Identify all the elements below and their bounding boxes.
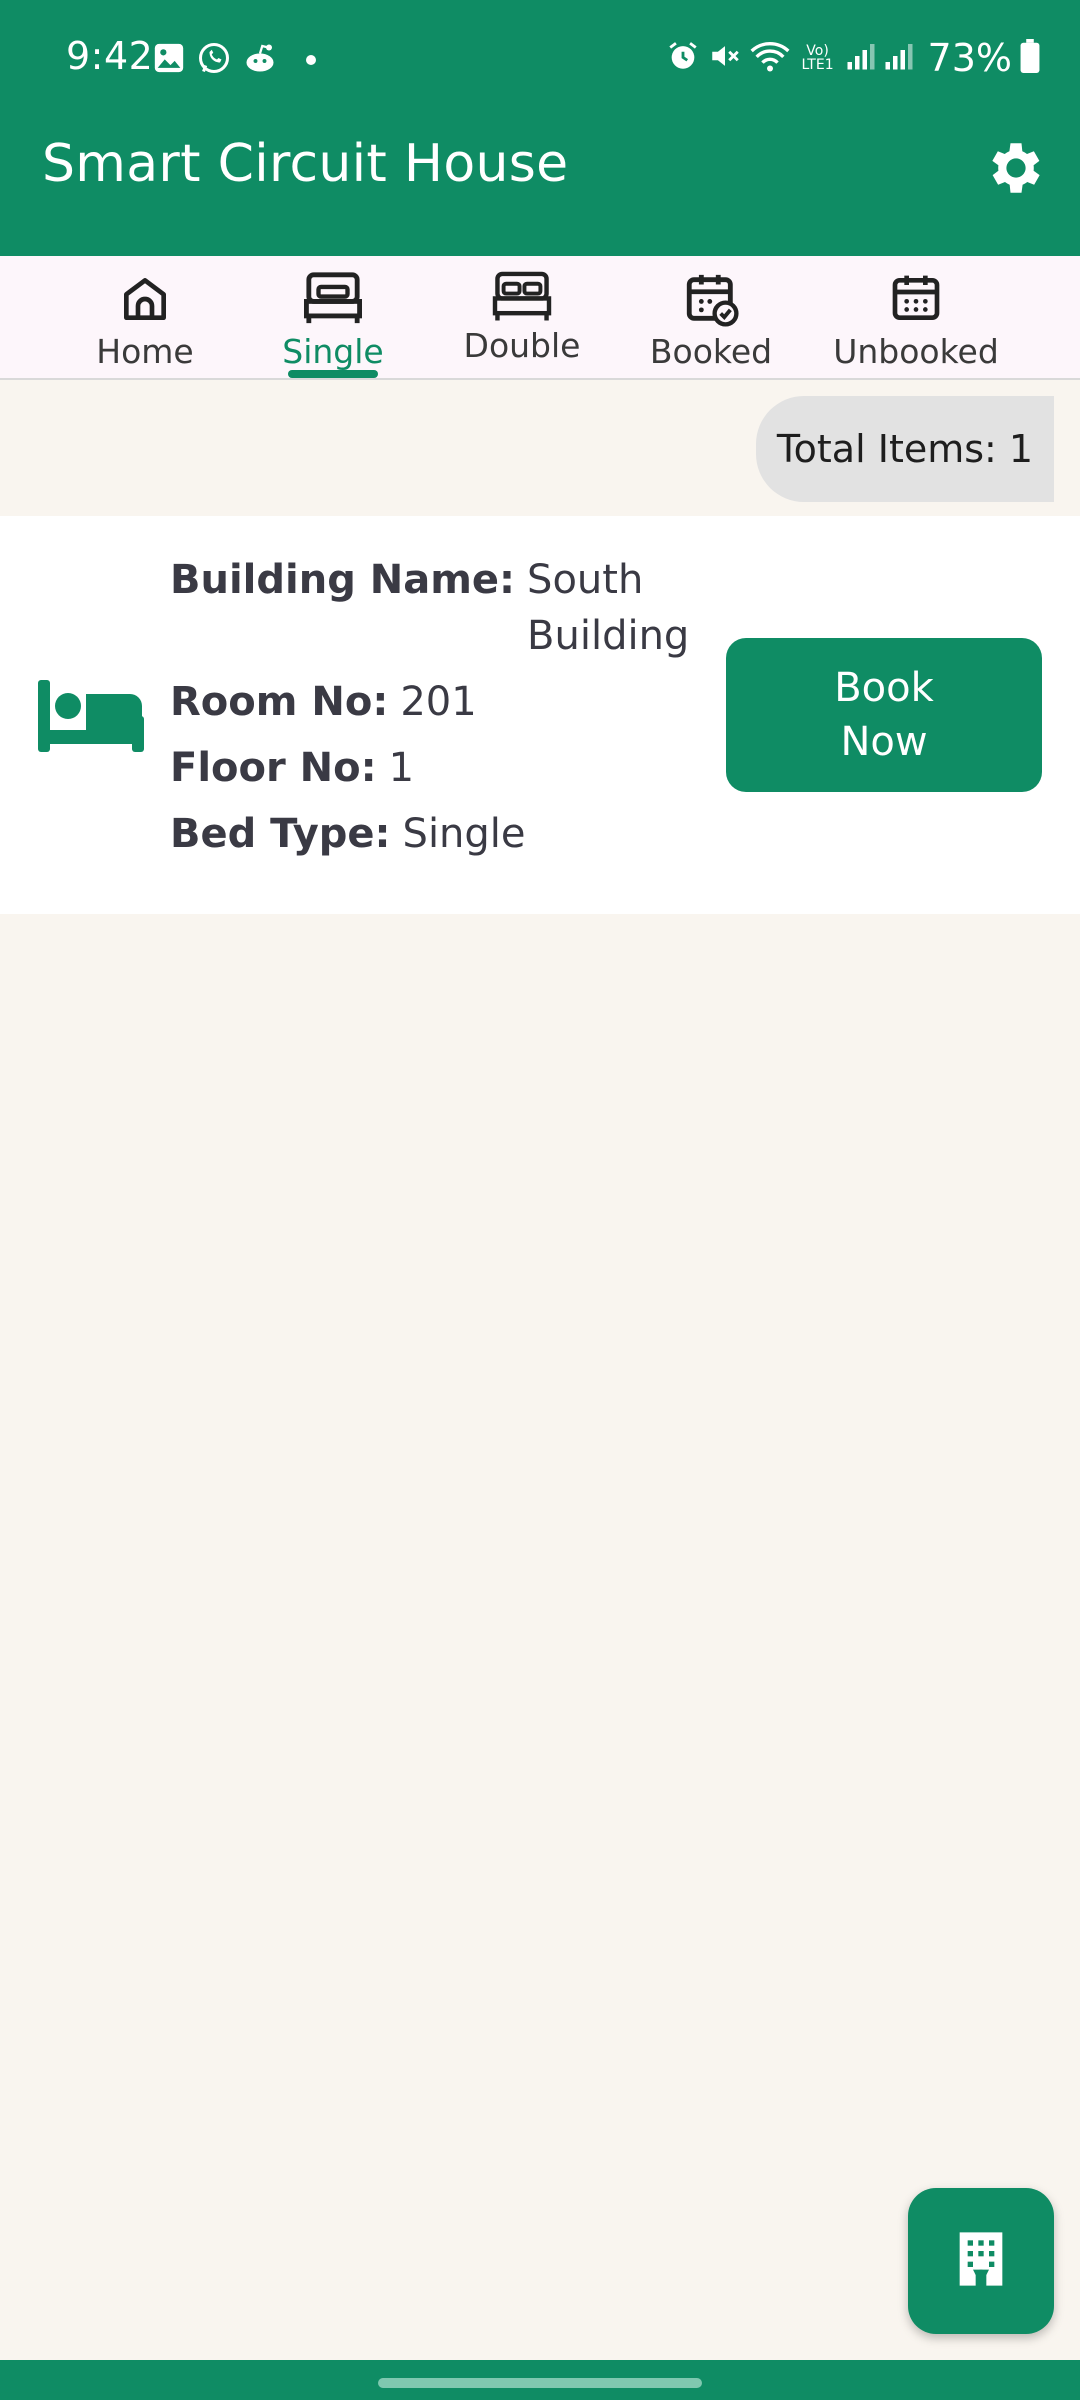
tab-label: Single xyxy=(282,332,384,371)
image-icon xyxy=(152,41,186,79)
tab-unbooked[interactable]: Unbooked xyxy=(833,268,999,376)
bed-type-label: Bed Type: xyxy=(170,811,391,857)
reddit-icon xyxy=(242,40,278,80)
status-notification-icons xyxy=(152,40,316,80)
signal-icon xyxy=(884,40,914,76)
calendar-icon xyxy=(883,268,949,330)
tab-label: Double xyxy=(463,326,581,365)
app-header: 9:42 Vo) LTE1 73% Smart Circuit House xyxy=(0,0,1080,256)
whatsapp-icon xyxy=(196,40,232,80)
room-value: 201 xyxy=(400,679,477,725)
home-gesture-handle[interactable] xyxy=(378,2378,702,2388)
floor-value: 1 xyxy=(388,745,415,791)
active-tab-indicator xyxy=(288,370,378,378)
room-details: Building Name: South Building Room No: 2… xyxy=(170,552,690,872)
tab-booked[interactable]: Booked xyxy=(648,268,774,376)
floor-row: Floor No: 1 xyxy=(170,740,690,796)
status-system-icons: Vo) LTE1 73% xyxy=(666,34,1040,82)
floor-label: Floor No: xyxy=(170,745,377,791)
total-items-badge: Total Items: 1 xyxy=(756,396,1054,502)
bed-icon xyxy=(36,676,146,756)
dot-icon xyxy=(306,55,316,65)
book-now-label: Book Now xyxy=(834,665,934,765)
tab-home[interactable]: Home xyxy=(90,268,200,376)
system-navigation-bar xyxy=(0,2360,1080,2400)
building-value: South Building xyxy=(527,557,690,659)
battery-icon xyxy=(1020,39,1040,77)
room-card: Building Name: South Building Room No: 2… xyxy=(0,516,1080,914)
tab-bar: Home Single Double Booked Unbooked xyxy=(0,256,1080,380)
battery-percent: 73% xyxy=(927,36,1012,80)
building-fab-button[interactable] xyxy=(908,2188,1054,2334)
tab-single[interactable]: Single xyxy=(268,268,398,376)
double-bed-icon xyxy=(489,268,555,324)
book-now-button[interactable]: Book Now xyxy=(726,638,1042,792)
home-icon xyxy=(112,268,178,330)
building-row: Building Name: South Building xyxy=(170,552,690,664)
room-label: Room No: xyxy=(170,679,389,725)
gear-icon xyxy=(983,135,1049,205)
app-title: Smart Circuit House xyxy=(42,134,569,194)
bed-type-row: Bed Type: Single xyxy=(170,806,690,862)
status-bar: 9:42 Vo) LTE1 73% xyxy=(0,0,1080,118)
alarm-icon xyxy=(666,39,700,77)
status-time: 9:42 xyxy=(66,34,154,78)
tab-label: Booked xyxy=(649,332,773,371)
mute-icon xyxy=(708,39,742,77)
single-bed-icon xyxy=(300,268,366,330)
volte-icon: Vo) LTE1 xyxy=(801,43,834,73)
building-label: Building Name: xyxy=(170,557,516,603)
bed-type-value: Single xyxy=(402,811,526,857)
tab-label: Unbooked xyxy=(833,332,999,371)
signal-icon xyxy=(846,40,876,76)
calendar-check-icon xyxy=(678,268,744,330)
tab-double[interactable]: Double xyxy=(462,268,582,376)
room-row: Room No: 201 xyxy=(170,674,690,730)
settings-button[interactable] xyxy=(976,130,1056,210)
wifi-icon xyxy=(750,39,790,77)
tab-label: Home xyxy=(96,332,194,371)
building-icon xyxy=(949,2226,1013,2296)
